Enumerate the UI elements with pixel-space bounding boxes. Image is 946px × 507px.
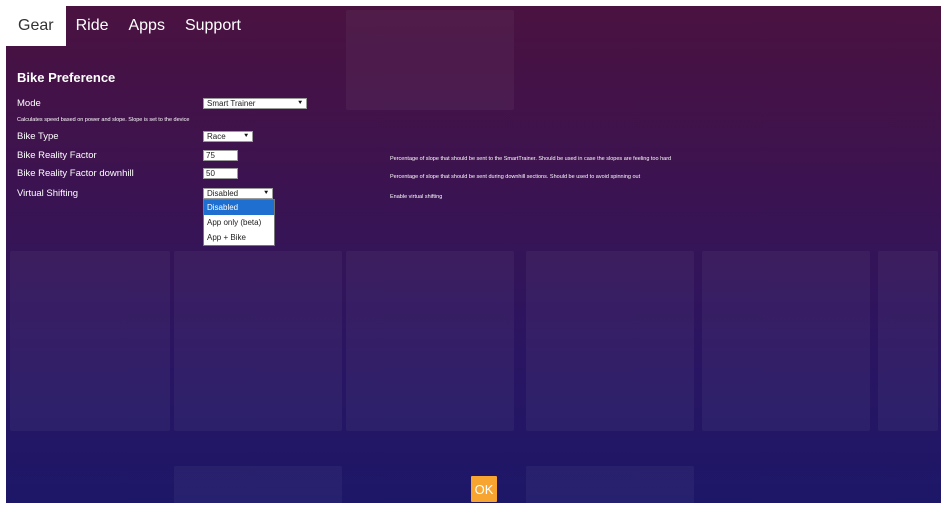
background-tile	[10, 251, 170, 431]
tab-support[interactable]: Support	[175, 6, 251, 46]
reality-factor-downhill-input[interactable]: 50	[203, 168, 238, 179]
background-tile	[526, 251, 694, 431]
tab-apps[interactable]: Apps	[118, 6, 174, 46]
virtual-shifting-select-value: Disabled	[207, 189, 239, 198]
dropdown-option-disabled[interactable]: Disabled	[204, 200, 274, 215]
background-tile	[174, 466, 342, 503]
reality-factor-label: Bike Reality Factor	[17, 150, 97, 161]
ok-button[interactable]: OK	[471, 476, 497, 502]
virtual-shifting-dropdown: Disabled App only (beta) App + Bike	[203, 199, 275, 246]
chevron-down-icon: ⯆	[297, 100, 303, 107]
dropdown-option-app-bike[interactable]: App + Bike	[204, 230, 274, 245]
tab-gear[interactable]: Gear	[6, 6, 66, 46]
tab-bar: Gear Ride Apps Support	[6, 6, 941, 46]
virtual-shifting-select[interactable]: Disabled ⯆	[203, 188, 273, 199]
chevron-down-icon: ⯆	[243, 133, 249, 140]
reality-factor-downhill-hint: Percentage of slope that should be sent …	[390, 174, 641, 180]
mode-select[interactable]: Smart Trainer ⯆	[203, 98, 307, 109]
background-tile	[702, 251, 870, 431]
bike-type-select-value: Race	[207, 132, 226, 141]
dropdown-option-app-only[interactable]: App only (beta)	[204, 215, 274, 230]
background-tile	[878, 251, 938, 431]
reality-factor-hint: Percentage of slope that should be sent …	[390, 156, 672, 162]
virtual-shifting-hint: Enable virtual shifting	[390, 194, 443, 200]
app-window: Gear Ride Apps Support Bike Preference M…	[6, 6, 941, 503]
tab-ride[interactable]: Ride	[66, 6, 119, 46]
mode-hint: Calculates speed based on power and slop…	[17, 117, 190, 123]
background-tile	[526, 466, 694, 503]
mode-label: Mode	[17, 98, 41, 109]
bike-type-select[interactable]: Race ⯆	[203, 131, 253, 142]
reality-factor-downhill-label: Bike Reality Factor downhill	[17, 168, 134, 179]
virtual-shifting-label: Virtual Shifting	[17, 188, 79, 199]
background-tile	[174, 251, 342, 431]
chevron-down-icon: ⯆	[263, 190, 269, 197]
reality-factor-input[interactable]: 75	[203, 150, 238, 161]
background-tile	[346, 251, 514, 431]
bike-type-label: Bike Type	[17, 131, 59, 142]
section-title: Bike Preference	[17, 70, 116, 85]
mode-select-value: Smart Trainer	[207, 99, 256, 108]
